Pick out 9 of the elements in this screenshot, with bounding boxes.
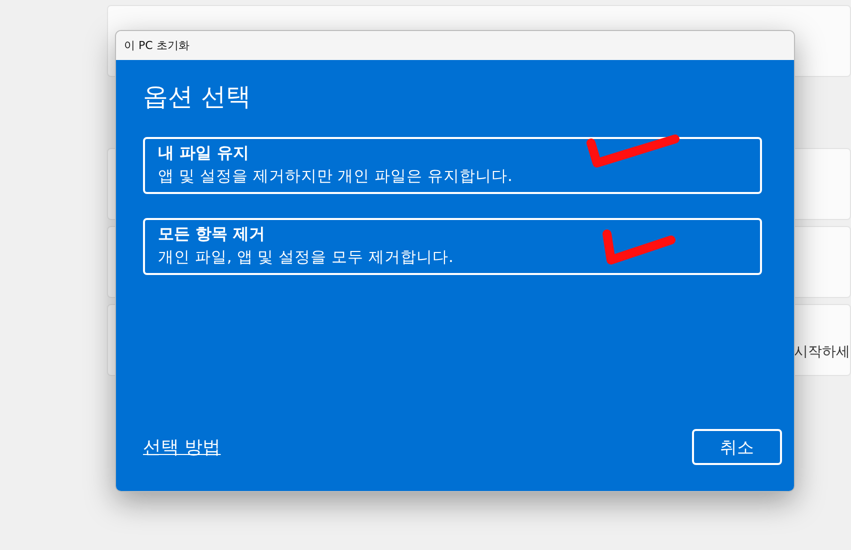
window-title: 이 PC 초기화 [124, 38, 190, 53]
check-mark-icon [602, 230, 676, 264]
help-link[interactable]: 선택 방법 [143, 435, 221, 459]
check-mark-icon [586, 134, 680, 168]
option-button[interactable]: 모든 항목 제거 개인 파일, 앱 및 설정을 모두 제거합니다. [143, 218, 762, 275]
dialog-heading: 옵션 선택 [143, 81, 252, 113]
option-button[interactable]: 내 파일 유지 앱 및 설정을 제거하지만 개인 파일은 유지합니다. [143, 137, 762, 194]
card-text: 시작하세 [794, 343, 850, 361]
cancel-button[interactable]: 취소 [692, 429, 782, 465]
